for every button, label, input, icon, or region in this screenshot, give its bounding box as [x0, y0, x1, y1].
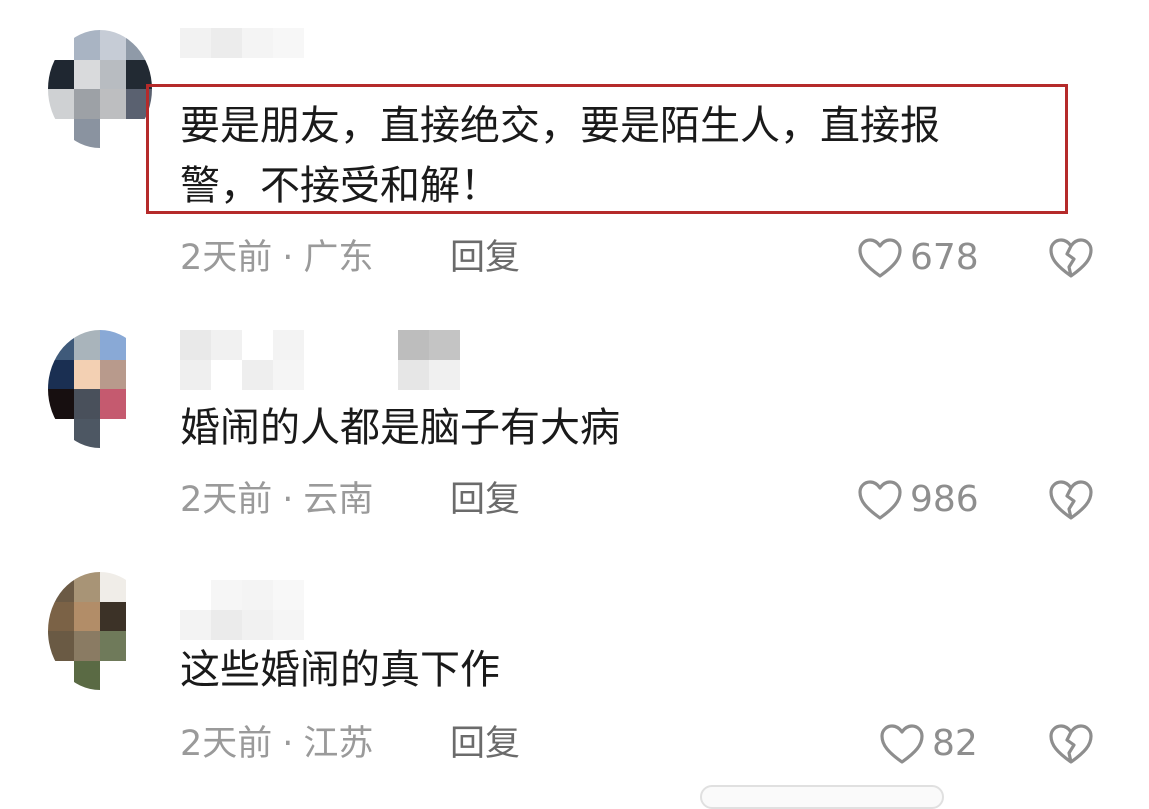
avatar-pixel	[126, 572, 152, 602]
comment-time: 2天前	[180, 724, 273, 764]
reply-button[interactable]: 回复	[450, 722, 520, 766]
avatar-pixel	[48, 631, 74, 661]
reply-button[interactable]: 回复	[450, 236, 520, 280]
comment-time: 2天前	[180, 238, 273, 278]
avatar-pixel	[48, 389, 74, 419]
avatar[interactable]	[48, 572, 152, 690]
separator-dot: ·	[282, 238, 294, 278]
avatar-pixel	[48, 30, 74, 60]
comment-text: 这些婚闹的真下作	[180, 647, 500, 693]
avatar-pixel	[100, 389, 126, 419]
avatar-pixel	[74, 330, 100, 360]
comment-location: 云南	[303, 480, 374, 520]
like-button[interactable]: 678	[856, 236, 979, 280]
avatar-pixel	[100, 631, 126, 661]
like-count: 678	[910, 237, 979, 278]
comment-meta: 2天前 · 广东	[180, 236, 373, 280]
avatar-pixel	[100, 89, 126, 119]
avatar-pixel	[74, 89, 100, 119]
avatar-pixel	[74, 59, 100, 89]
like-button[interactable]: 82	[878, 722, 978, 766]
reply-button[interactable]: 回复	[450, 478, 520, 522]
avatar-pixel	[100, 418, 126, 448]
separator-dot: ·	[282, 724, 294, 764]
avatar-pixel	[100, 330, 126, 360]
avatar-pixel	[74, 389, 100, 419]
avatar-pixel	[126, 330, 152, 360]
avatar-pixel	[126, 359, 152, 389]
like-count: 986	[910, 479, 979, 520]
avatar-pixel	[48, 572, 74, 602]
bottom-input-bar[interactable]	[700, 785, 944, 809]
username-blurred[interactable]	[180, 580, 460, 640]
username-blurred[interactable]	[180, 330, 460, 390]
avatar-pixel	[126, 660, 152, 690]
avatar-pixel	[48, 660, 74, 690]
avatar-pixel	[74, 631, 100, 661]
avatar-pixel	[100, 660, 126, 690]
dislike-button[interactable]	[1047, 236, 1095, 280]
avatar-pixel	[48, 359, 74, 389]
avatar-pixel	[48, 601, 74, 631]
avatar-pixel	[74, 572, 100, 602]
heart-outline-icon	[858, 480, 902, 520]
avatar-pixel	[100, 59, 126, 89]
separator-dot: ·	[282, 480, 294, 520]
comment-location: 江苏	[303, 724, 374, 764]
comment-time: 2天前	[180, 480, 273, 520]
comment-location: 广东	[303, 238, 374, 278]
avatar-pixel	[74, 30, 100, 60]
avatar-pixel	[48, 418, 74, 448]
avatar-pixel	[126, 30, 152, 60]
like-button[interactable]: 986	[856, 478, 979, 522]
avatar-pixel	[74, 418, 100, 448]
comment-text: 要是朋友，直接绝交，要是陌生人，直接报 警，不接受和解！	[180, 103, 940, 209]
avatar-pixel	[100, 30, 126, 60]
avatar-pixel	[74, 660, 100, 690]
broken-heart-icon	[1049, 238, 1093, 278]
avatar-pixel	[48, 89, 74, 119]
avatar-pixel	[126, 601, 152, 631]
avatar-pixel	[100, 601, 126, 631]
avatar-pixel	[126, 631, 152, 661]
avatar-pixel	[100, 572, 126, 602]
avatar-pixel	[48, 330, 74, 360]
comment-meta: 2天前 · 江苏	[180, 722, 373, 766]
comment-meta: 2天前 · 云南	[180, 478, 373, 522]
avatar-pixel	[126, 389, 152, 419]
avatar-pixel	[100, 118, 126, 148]
dislike-button[interactable]	[1047, 478, 1095, 522]
like-count: 82	[932, 723, 978, 764]
avatar-pixel	[74, 118, 100, 148]
avatar[interactable]	[48, 330, 152, 448]
heart-outline-icon	[858, 238, 902, 278]
avatar-pixel	[74, 359, 100, 389]
avatar-pixel	[48, 118, 74, 148]
avatar-pixel	[74, 601, 100, 631]
avatar-pixel	[126, 418, 152, 448]
broken-heart-icon	[1049, 724, 1093, 764]
broken-heart-icon	[1049, 480, 1093, 520]
comment-text: 婚闹的人都是脑子有大病	[180, 405, 620, 451]
username-blurred[interactable]	[180, 28, 460, 88]
avatar[interactable]	[48, 30, 152, 148]
avatar-pixel	[100, 359, 126, 389]
avatar-pixel	[48, 59, 74, 89]
dislike-button[interactable]	[1047, 722, 1095, 766]
heart-outline-icon	[880, 724, 924, 764]
